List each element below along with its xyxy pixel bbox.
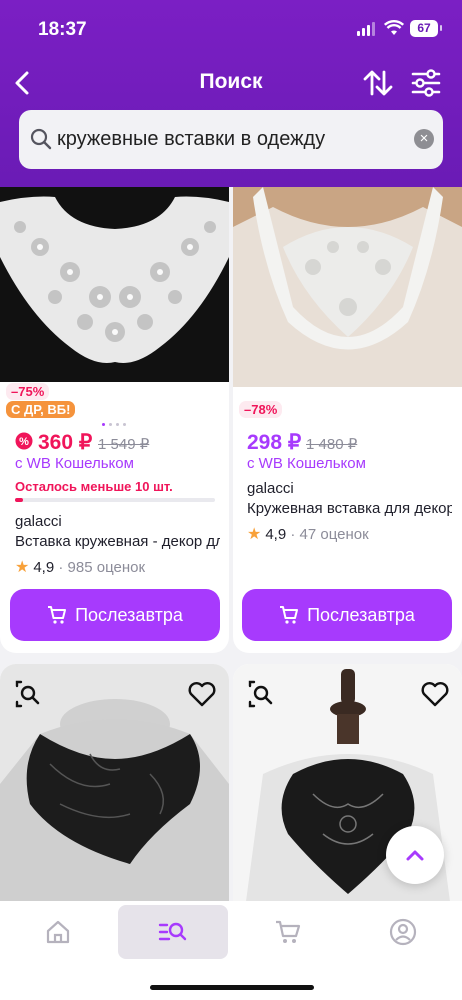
product-name: Кружевная вставка для декора <box>247 500 452 517</box>
photo-pager <box>102 423 130 426</box>
rating: ★ 4,9 · 985 оценок <box>15 559 146 576</box>
rating-value: 4,9 <box>265 526 287 543</box>
add-to-cart-button[interactable]: Послезавтра <box>10 589 220 641</box>
filter-icon[interactable] <box>410 68 442 98</box>
wallet-note: с WB Кошельком <box>247 455 366 472</box>
similar-search-icon[interactable] <box>14 679 44 709</box>
product-card[interactable] <box>233 664 462 924</box>
chevron-up-icon <box>406 850 424 861</box>
wifi-icon <box>384 20 404 35</box>
home-indicator <box>150 985 314 990</box>
favorite-heart-icon[interactable] <box>420 679 450 709</box>
rating: ★ 4,9 · 47 оценок <box>247 526 369 543</box>
old-price: 1 549 ₽ <box>98 436 150 453</box>
product-card[interactable]: –75% С ДР, ВБ! % 360 ₽ 1 549 ₽ с WB Коше… <box>0 187 229 653</box>
home-icon <box>46 920 70 944</box>
promo-badge: С ДР, ВБ! <box>6 401 76 418</box>
sale-percent-icon: % <box>15 432 33 450</box>
search-icon <box>30 128 52 150</box>
tab-profile[interactable] <box>348 905 458 959</box>
lace-insert-image <box>233 187 462 387</box>
product-card[interactable]: –78% 298 ₽ 1 480 ₽ с WB Кошельком galacc… <box>233 187 462 653</box>
search-bar: × <box>19 110 443 169</box>
brand-name: galacci <box>15 513 62 530</box>
cart-icon <box>48 606 67 624</box>
cart-icon <box>280 606 299 624</box>
discount-badge: –75% <box>6 383 50 400</box>
clear-search-icon[interactable]: × <box>414 129 434 149</box>
app-header: 18:37 67 Поиск × <box>0 0 462 187</box>
add-to-cart-button[interactable]: Послезавтра <box>242 589 452 641</box>
delivery-label: Послезавтра <box>307 604 415 625</box>
brand-name: galacci <box>247 480 294 497</box>
price: 298 ₽ <box>247 431 302 454</box>
nav-bar: Поиск <box>0 60 462 106</box>
sort-icon[interactable] <box>362 68 394 98</box>
bottom-tab-bar <box>0 901 462 1000</box>
stock-note: Осталось меньше 10 шт. <box>15 479 173 494</box>
profile-icon <box>389 918 417 946</box>
review-count: 47 оценок <box>299 526 369 543</box>
tab-home[interactable] <box>3 905 113 959</box>
stock-progress <box>15 498 215 502</box>
cart-icon <box>276 920 301 943</box>
product-card[interactable] <box>0 664 229 924</box>
product-name: Вставка кружевная - декор для <box>15 533 220 550</box>
battery-icon: 67 <box>410 20 442 37</box>
star-icon: ★ <box>15 559 30 576</box>
wallet-note: с WB Кошельком <box>15 455 134 472</box>
scroll-to-top-button[interactable] <box>386 826 444 884</box>
clock: 18:37 <box>38 19 87 40</box>
price: 360 ₽ <box>38 431 93 454</box>
status-bar: 18:37 67 <box>0 0 462 60</box>
review-count: 985 оценок <box>67 559 146 576</box>
tab-catalog-search[interactable] <box>118 905 228 959</box>
search-input[interactable] <box>57 110 397 169</box>
star-icon: ★ <box>247 526 262 543</box>
similar-search-icon[interactable] <box>247 679 277 709</box>
old-price: 1 480 ₽ <box>306 436 358 453</box>
catalog-search-icon <box>158 922 187 941</box>
discount-badge: –78% <box>239 401 283 418</box>
favorite-heart-icon[interactable] <box>187 679 217 709</box>
delivery-label: Послезавтра <box>75 604 183 625</box>
rating-value: 4,9 <box>33 559 55 576</box>
cellular-signal-icon <box>357 22 377 36</box>
product-photo[interactable] <box>233 187 462 387</box>
svg-text:%: % <box>19 436 29 448</box>
tab-cart[interactable] <box>233 905 343 959</box>
